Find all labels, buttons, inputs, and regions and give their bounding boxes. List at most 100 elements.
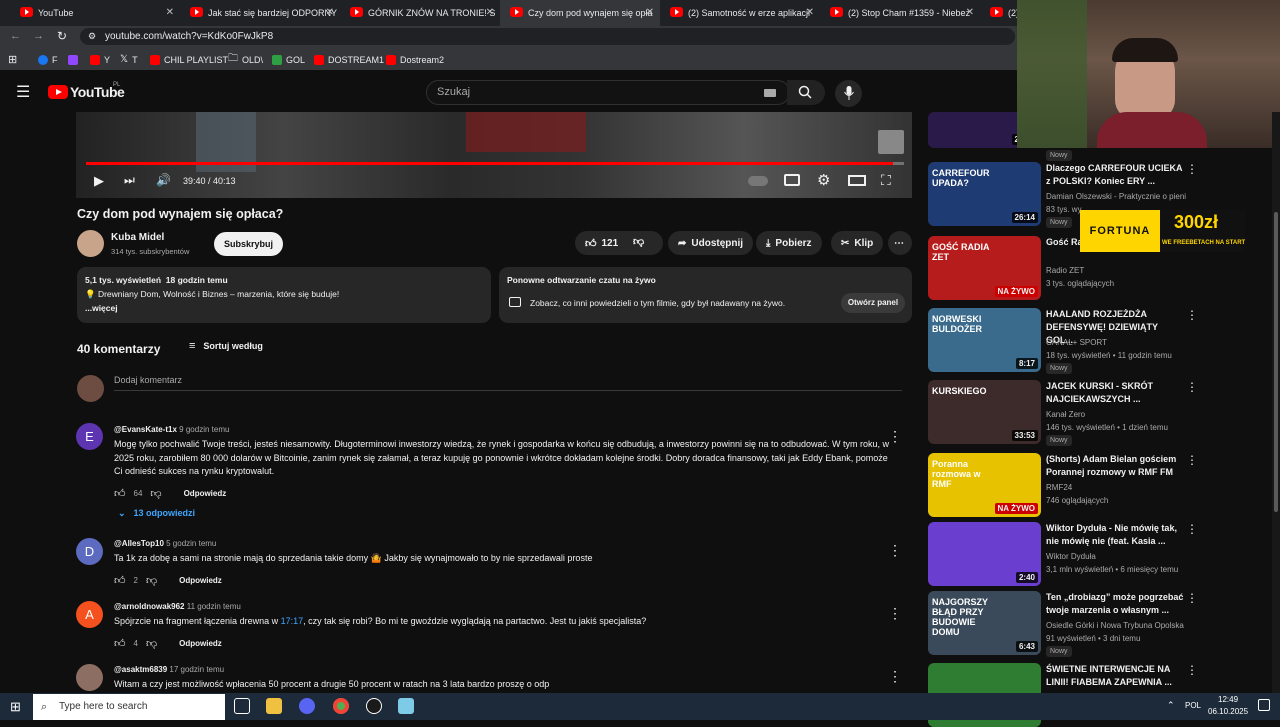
autoplay-toggle[interactable] — [748, 176, 768, 186]
bookmark-chil-playlist[interactable]: CHIL PLAYLIST — [150, 53, 228, 66]
reply-button[interactable]: Odpowiedz — [179, 576, 222, 585]
file-explorer-icon[interactable] — [266, 698, 282, 714]
recommended-channel[interactable]: Damian Olszewski - Praktycznie o pienią.… — [1046, 192, 1186, 201]
close-tab-icon[interactable]: ✕ — [646, 6, 654, 19]
menu-icon[interactable]: ☰ — [16, 82, 30, 102]
channel-avatar[interactable] — [77, 230, 104, 257]
sort-button[interactable]: ≡ Sortuj według — [189, 340, 263, 352]
comment-more-icon[interactable]: ⋮ — [888, 605, 902, 622]
comment-more-icon[interactable]: ⋮ — [888, 668, 902, 685]
video-thumbnail[interactable]: CARREFOUR UPADA? 26:14 — [928, 162, 1041, 226]
timestamp-link[interactable]: 17:17 — [281, 616, 304, 626]
reply-button[interactable]: Odpowiedz — [179, 639, 222, 648]
share-button[interactable]: ➦ Udostępnij — [668, 231, 754, 255]
clock-date[interactable]: 06.10.2025 — [1208, 707, 1248, 716]
bookmark-dostream2[interactable]: Dostream2 — [386, 53, 444, 66]
recommended-title[interactable]: ŚWIETNE INTERWENCJE NA LINII! FIABEMA ZA… — [1046, 663, 1184, 689]
more-actions-button[interactable]: ⋯ — [888, 231, 912, 255]
video-thumbnail[interactable]: Poranna rozmowa w RMF NA ŻYWO — [928, 453, 1041, 517]
recommended-video[interactable]: 2:40 Wiktor Dyduła - Nie mówię tak, nie m… — [928, 522, 1198, 586]
video-player[interactable]: ▶ ⏭ 🔊 39:40 / 40:13 ⚙ ⛶ — [76, 112, 912, 198]
tab-3[interactable]: GÓRNIK ZNÓW NA TRONIE! S ✕ — [340, 0, 500, 26]
site-info-icon[interactable]: ⚙ — [88, 28, 96, 45]
subtitles-icon[interactable] — [784, 174, 800, 186]
subscribe-button[interactable]: Subskrybuj — [214, 232, 283, 256]
progress-track[interactable] — [86, 162, 904, 165]
comment-author[interactable]: @AllesTop10 — [114, 539, 164, 548]
recommended-channel[interactable]: Wiktor Dyduła — [1046, 552, 1186, 561]
voice-search-button[interactable] — [835, 80, 862, 107]
close-tab-icon[interactable]: ✕ — [326, 6, 334, 19]
recommended-channel[interactable]: Kanał Zero — [1046, 410, 1186, 419]
task-view-icon[interactable] — [234, 698, 250, 714]
forward-icon[interactable]: → — [33, 30, 44, 42]
language-indicator[interactable]: POL — [1185, 701, 1201, 710]
clock-time[interactable]: 12:49 — [1218, 695, 1238, 704]
windows-start-icon[interactable]: ⊞ — [10, 699, 21, 715]
recommended-more-icon[interactable]: ⋮ — [1186, 308, 1198, 322]
thumbs-down-icon[interactable]: 👎︎ — [146, 574, 157, 587]
bookmark-twitch[interactable] — [68, 53, 78, 66]
close-tab-icon[interactable]: ✕ — [966, 6, 974, 19]
recommended-more-icon[interactable]: ⋮ — [1186, 522, 1198, 536]
chrome-icon[interactable] — [333, 698, 349, 714]
thumbs-down-icon[interactable]: 👎︎ — [146, 637, 157, 650]
search-input[interactable]: Szukaj — [426, 80, 790, 105]
search-button[interactable] — [787, 80, 825, 105]
comment-author[interactable]: @EvansKate-t1x — [114, 425, 177, 434]
video-thumbnail[interactable]: NORWESKI BULDOŻER 8:17 — [928, 308, 1041, 372]
close-tab-icon[interactable]: ✕ — [166, 6, 174, 19]
recommended-video[interactable]: NORWESKI BULDOŻER 8:17 HAALAND ROZJEŻDŻA D… — [928, 308, 1198, 374]
bookmark-dostream1[interactable]: DOSTREAM1 — [314, 53, 384, 66]
comment-time[interactable]: 11 godzin temu — [187, 602, 241, 611]
fullscreen-icon[interactable]: ⛶ — [881, 172, 891, 189]
channel-watermark[interactable] — [878, 130, 904, 154]
recommended-title[interactable]: Ten „drobiazg” może pogrzebać twoje marz… — [1046, 591, 1184, 617]
video-thumbnail[interactable]: NAJGORSZY BŁĄD PRZY BUDOWIE DOMU 6:43 — [928, 591, 1041, 655]
clip-button[interactable]: ✂ Klip — [831, 231, 884, 255]
description-box[interactable]: 5,1 tys. wyświetleń 18 godzin temu 💡 Dre… — [77, 267, 491, 323]
scrollbar-thumb[interactable] — [1274, 212, 1278, 512]
commenter-avatar[interactable]: E — [76, 423, 103, 450]
discord-icon[interactable] — [299, 698, 315, 714]
apps-grid-icon[interactable]: ⊞ — [8, 53, 17, 66]
bookmark-gol[interactable]: GOL — [272, 53, 305, 66]
commenter-avatar[interactable] — [76, 664, 103, 691]
thumbs-up-icon[interactable]: 👍︎ — [114, 487, 126, 500]
thumbs-down-icon[interactable]: 👎︎ — [633, 235, 644, 248]
bookmark-f[interactable]: F — [38, 53, 58, 66]
obs-icon[interactable] — [366, 698, 382, 714]
bookmark-y[interactable]: Y — [90, 53, 110, 66]
recommended-more-icon[interactable]: ⋮ — [1186, 162, 1198, 176]
comment-time[interactable]: 5 godzin temu — [166, 539, 216, 548]
tray-chevron-icon[interactable]: ⌃ — [1167, 700, 1175, 711]
recommended-more-icon[interactable]: ⋮ — [1186, 380, 1198, 394]
page-scrollbar[interactable] — [1272, 112, 1280, 693]
thumbs-up-icon[interactable]: 👍︎ — [114, 574, 126, 587]
tab-7[interactable]: (2) M — [980, 0, 1020, 26]
close-tab-icon[interactable]: ✕ — [486, 6, 494, 19]
next-icon[interactable]: ⏭ — [124, 173, 135, 188]
recommended-title[interactable]: Wiktor Dyduła - Nie mówię tak, nie mówię… — [1046, 522, 1184, 548]
like-count[interactable]: 121 — [602, 238, 619, 249]
bookmark-t[interactable]: 𝕏T — [120, 53, 138, 66]
view-replies-button[interactable]: ⌄ 13 odpowiedzi — [118, 508, 195, 519]
recommended-video[interactable]: NAJGORSZY BŁĄD PRZY BUDOWIE DOMU 6:43 Ten … — [928, 591, 1198, 657]
commenter-avatar[interactable]: D — [76, 538, 103, 565]
channel-name[interactable]: Kuba Midel — [111, 232, 164, 243]
recommended-title[interactable]: Dlaczego CARREFOUR UCIEKA z POLSKI? Koni… — [1046, 162, 1184, 188]
thumbs-down-icon[interactable]: 👎︎ — [150, 487, 161, 500]
recommended-channel[interactable]: Osiedle Górki i Nowa Trybuna Opolska | .… — [1046, 621, 1186, 630]
commenter-avatar[interactable]: A — [76, 601, 103, 628]
video-thumbnail[interactable]: KURSKIEGO 33:53 — [928, 380, 1041, 444]
recommended-more-icon[interactable]: ⋮ — [1186, 591, 1198, 605]
recommended-title[interactable]: JACEK KURSKI - SKRÓT NAJCIEKAWSZYCH ... — [1046, 380, 1184, 406]
app-icon[interactable] — [398, 698, 414, 714]
recommended-channel[interactable]: Radio ZET — [1046, 266, 1186, 275]
recommended-video[interactable]: KURSKIEGO 33:53 JACEK KURSKI - SKRÓT NAJCI… — [928, 380, 1198, 446]
recommended-channel[interactable]: RMF24 — [1046, 483, 1186, 492]
keyboard-icon[interactable] — [764, 89, 776, 97]
taskbar-search-input[interactable]: ⌕ Type here to search — [33, 694, 225, 720]
reload-icon[interactable]: ↻ — [57, 29, 67, 43]
close-tab-icon[interactable]: ✕ — [806, 6, 814, 19]
